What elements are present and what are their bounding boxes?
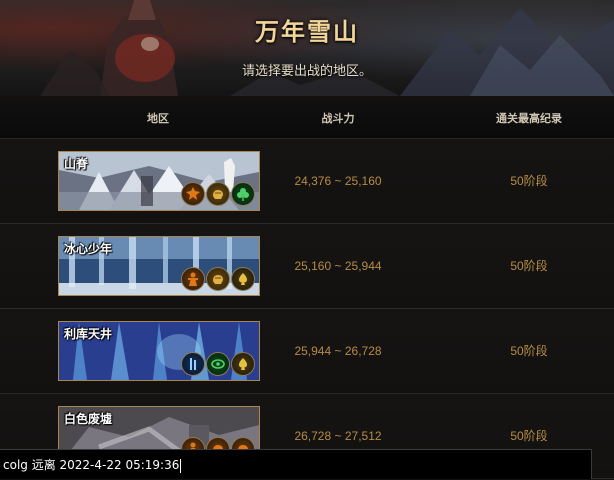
area-name: 利库天井 (64, 327, 113, 341)
table-row: 山脊 24,376 ~ 25,160 50阶段 (0, 139, 614, 224)
element-icons (181, 182, 255, 206)
area-name: 白色废墟 (64, 412, 113, 426)
table-row: 利库天井 25,944 ~ 26,728 50阶段 (0, 309, 614, 394)
area-name: 山脊 (64, 157, 89, 171)
fire-burst-icon (181, 182, 205, 206)
element-icons (181, 352, 255, 376)
clover-icon (231, 182, 255, 206)
power-separator: ~ (334, 344, 342, 358)
fire-figure-icon (181, 267, 205, 291)
power-max: 25,160 (344, 174, 382, 188)
area-card-bingxin[interactable]: 冰心少年 (58, 236, 260, 296)
power-min: 25,160 (294, 259, 332, 273)
fire-fist-icon (206, 182, 230, 206)
power-min: 26,728 (294, 429, 332, 443)
power-separator: ~ (334, 259, 342, 273)
spade-icon (231, 352, 255, 376)
power-range: 24,376 ~ 25,160 (262, 139, 414, 223)
top-banner: 万年雪山 请选择要出战的地区。 (0, 0, 614, 96)
area-name: 冰心少年 (64, 242, 113, 256)
fist-icon (206, 267, 230, 291)
overlay-text: colg 远离 2022-4-22 05:19:36 (3, 458, 180, 472)
best-record: 50阶段 (510, 344, 548, 358)
power-range: 25,160 ~ 25,944 (262, 224, 414, 308)
area-card-liku[interactable]: 利库天井 (58, 321, 260, 381)
area-card-shanji[interactable]: 山脊 (58, 151, 260, 211)
header-power: 战斗力 (321, 112, 355, 125)
power-range: 25,944 ~ 26,728 (262, 309, 414, 393)
table-header: 地区 战斗力 通关最高纪录 (0, 100, 614, 139)
page-title: 万年雪山 (255, 17, 359, 46)
ice-pillar-icon (181, 352, 205, 376)
table-row: 冰心少年 25,160 ~ 25,944 50阶段 (0, 224, 614, 309)
power-max: 25,944 (344, 259, 382, 273)
power-separator: ~ (334, 174, 342, 188)
power-separator: ~ (334, 429, 342, 443)
best-record: 50阶段 (510, 174, 548, 188)
text-caret (180, 458, 182, 473)
power-min: 25,944 (294, 344, 332, 358)
element-icons (181, 267, 255, 291)
power-max: 27,512 (344, 429, 382, 443)
header-record: 通关最高纪录 (496, 112, 562, 125)
header-area: 地区 (147, 112, 169, 125)
power-min: 24,376 (294, 174, 332, 188)
page-subtitle: 请选择要出战的地区。 (241, 64, 372, 79)
spade-icon (231, 267, 255, 291)
power-max: 26,728 (344, 344, 382, 358)
best-record: 50阶段 (510, 259, 548, 273)
green-eye-icon (206, 352, 230, 376)
text-input-overlay[interactable]: colg 远离 2022-4-22 05:19:36 (0, 449, 592, 479)
